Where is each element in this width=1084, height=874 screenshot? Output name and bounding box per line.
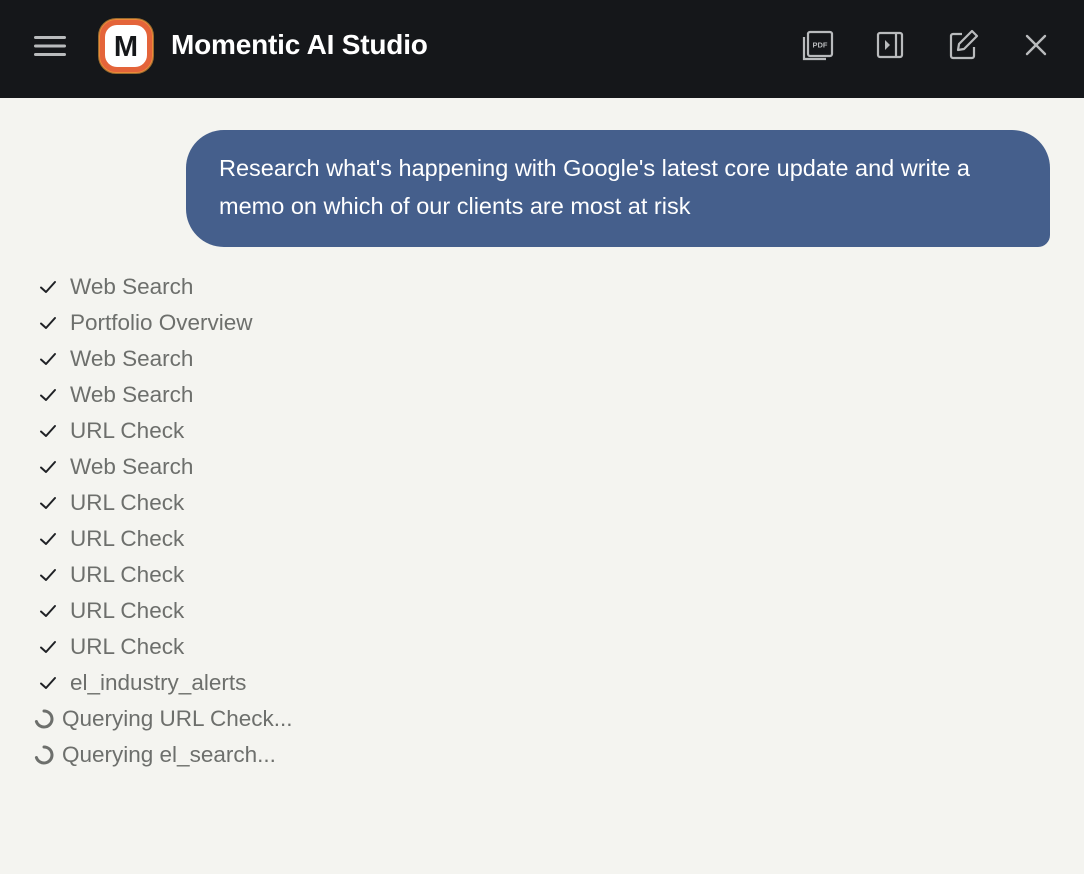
tool-step: Portfolio Overview bbox=[0, 305, 600, 341]
tool-step-label: URL Check bbox=[70, 418, 185, 443]
check-icon bbox=[40, 425, 56, 437]
pdf-icon: PDF bbox=[802, 30, 834, 61]
tool-step-label: URL Check bbox=[70, 526, 185, 551]
tool-step-label: Querying el_search... bbox=[62, 742, 276, 767]
app-header: M Momentic AI Studio PDF bbox=[0, 0, 1084, 98]
export-pdf-button[interactable]: PDF bbox=[800, 27, 836, 63]
toggle-panel-button[interactable] bbox=[872, 27, 908, 63]
close-button[interactable] bbox=[1018, 27, 1054, 63]
tool-step: Web Search bbox=[0, 377, 600, 413]
tool-step: URL Check bbox=[0, 521, 600, 557]
check-icon bbox=[40, 461, 56, 473]
logo-letter: M bbox=[114, 31, 138, 63]
spinner-icon bbox=[34, 709, 54, 729]
check-icon bbox=[40, 281, 56, 293]
check-icon bbox=[40, 317, 56, 329]
tool-step: URL Check bbox=[0, 485, 600, 521]
tool-step-label: Web Search bbox=[70, 274, 194, 299]
tool-step: Web Search bbox=[0, 341, 600, 377]
check-icon bbox=[40, 389, 56, 401]
close-icon bbox=[1025, 34, 1047, 56]
check-icon bbox=[40, 677, 56, 689]
new-chat-button[interactable] bbox=[945, 27, 981, 63]
tool-step: Web Search bbox=[0, 449, 600, 485]
tool-step: URL Check bbox=[0, 413, 600, 449]
tool-step: Querying el_search... bbox=[0, 737, 600, 773]
check-icon bbox=[40, 641, 56, 653]
user-message: Research what's happening with Google's … bbox=[186, 130, 1050, 247]
tool-step-label: Web Search bbox=[70, 346, 194, 371]
tool-step-label: URL Check bbox=[70, 562, 185, 587]
check-icon bbox=[40, 353, 56, 365]
menu-icon bbox=[34, 36, 66, 56]
menu-button[interactable] bbox=[30, 30, 70, 62]
tool-step: Web Search bbox=[0, 269, 600, 305]
app-title: Momentic AI Studio bbox=[171, 29, 428, 60]
tool-step-label: el_industry_alerts bbox=[70, 670, 247, 695]
check-icon bbox=[40, 533, 56, 545]
tool-step: Querying URL Check... bbox=[0, 701, 600, 737]
check-icon bbox=[40, 569, 56, 581]
app-logo: M bbox=[98, 18, 154, 74]
sidebar-toggle-icon bbox=[876, 31, 904, 59]
tool-steps-list: Web Search Portfolio Overview Web Search We… bbox=[0, 269, 600, 773]
tool-step-label: Web Search bbox=[70, 382, 194, 407]
check-icon bbox=[40, 497, 56, 509]
chat-area: Research what's happening with Google's … bbox=[0, 98, 1084, 874]
tool-step-label: URL Check bbox=[70, 490, 185, 515]
tool-step: el_industry_alerts bbox=[0, 665, 600, 701]
spinner-icon bbox=[34, 745, 54, 765]
svg-text:PDF: PDF bbox=[813, 41, 828, 50]
tool-step: URL Check bbox=[0, 593, 600, 629]
tool-step: URL Check bbox=[0, 629, 600, 665]
tool-step-label: Querying URL Check... bbox=[62, 706, 293, 731]
check-icon bbox=[40, 605, 56, 617]
tool-step-label: Web Search bbox=[70, 454, 194, 479]
tool-step-label: URL Check bbox=[70, 634, 185, 659]
edit-icon bbox=[949, 29, 979, 60]
tool-step-label: URL Check bbox=[70, 598, 185, 623]
tool-step: URL Check bbox=[0, 557, 600, 593]
tool-step-label: Portfolio Overview bbox=[70, 310, 253, 335]
